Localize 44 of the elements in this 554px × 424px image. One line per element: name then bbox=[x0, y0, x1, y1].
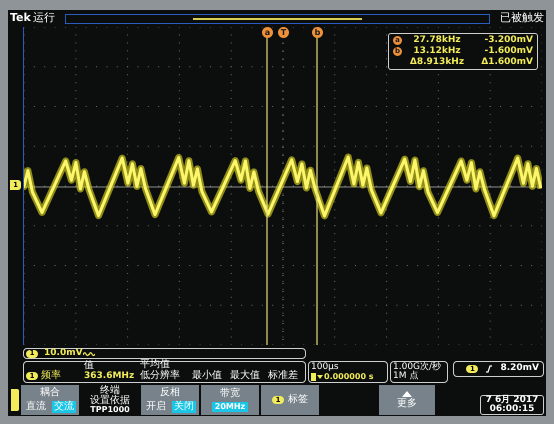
record-length: 1M 点 bbox=[393, 372, 420, 381]
cursor-marker[interactable]: a bbox=[262, 27, 273, 38]
measurement-value: 363.6MHz bbox=[84, 372, 136, 381]
trigger-level: 8.20mV bbox=[500, 362, 539, 376]
frequency-reading: Δ8.913kHz bbox=[408, 56, 466, 69]
more-button[interactable]: 更多 bbox=[379, 385, 435, 415]
menu-option[interactable]: 交流 bbox=[52, 400, 76, 412]
column-header: 值 bbox=[84, 361, 95, 371]
menu-option[interactable]: 开启 bbox=[144, 400, 168, 412]
menu-text: 设置依据 bbox=[90, 396, 130, 406]
menu-title: 耦合 bbox=[40, 388, 60, 398]
menu-option[interactable]: 直流 bbox=[24, 400, 48, 412]
date-text: 7 6月 2017 bbox=[486, 396, 538, 405]
menu-title: 反相 bbox=[160, 388, 180, 398]
voltage-reading: -3.200mV bbox=[483, 34, 533, 46]
cursor-marker[interactable]: T bbox=[278, 27, 289, 38]
measurement-name: 频率 bbox=[41, 371, 61, 381]
sample-rate: 1.00G次/秒 bbox=[393, 363, 442, 372]
measurement-note: 低分辨率 bbox=[140, 371, 181, 381]
voltage-reading: Δ1.600mV bbox=[480, 56, 533, 69]
run-state: 运行 bbox=[32, 10, 55, 26]
menu-button[interactable]: 耦合 直流 交流 bbox=[21, 385, 79, 415]
time-position: 0.000000 s bbox=[324, 372, 374, 382]
column-header: 最小值 bbox=[192, 371, 223, 381]
channel-scale: 10.0mV bbox=[44, 346, 83, 360]
column-header: 最大值 bbox=[230, 371, 261, 381]
menu-button[interactable]: 带宽 20MHz bbox=[201, 385, 259, 415]
menu-title: 标签 bbox=[288, 395, 308, 405]
menu-title: 带宽 bbox=[220, 388, 240, 398]
brand-logo: Tek bbox=[10, 10, 31, 26]
cursor-marker[interactable]: b bbox=[312, 27, 323, 38]
time-scale: 100µs bbox=[311, 362, 340, 372]
menu-text: TPP1000 bbox=[90, 406, 130, 414]
column-header: 平均值 bbox=[140, 360, 170, 370]
trigger-state: 已被触发 bbox=[500, 10, 544, 26]
menu-value: 20MHz bbox=[212, 402, 248, 412]
menu-option[interactable]: 关闭 bbox=[172, 400, 196, 412]
time-text: 06:00:15 bbox=[490, 405, 534, 414]
menu-button[interactable]: 反相 开启 关闭 bbox=[141, 385, 199, 415]
column-header: 标准差 bbox=[268, 371, 299, 381]
menu-text: 终端 bbox=[100, 386, 120, 396]
frequency-reading: 27.78kHz bbox=[412, 34, 462, 46]
voltage-reading: -1.600mV bbox=[483, 44, 533, 57]
frequency-reading: 13.12kHz bbox=[412, 44, 462, 57]
